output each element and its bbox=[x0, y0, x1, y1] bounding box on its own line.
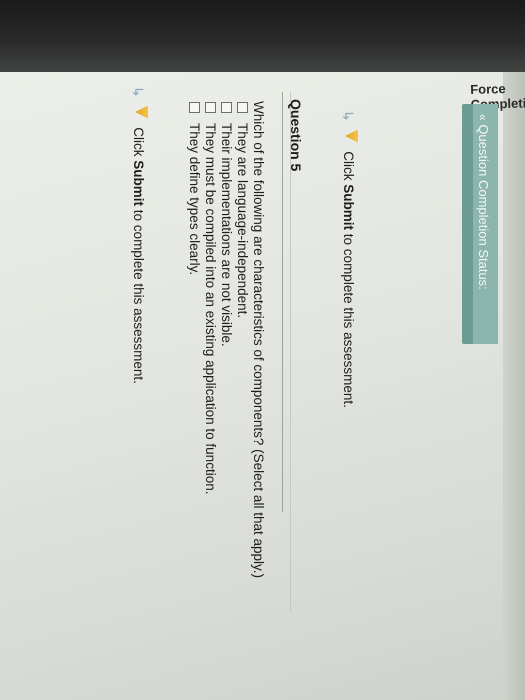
right-scroll-bar[interactable] bbox=[503, 72, 525, 700]
warning-submit-bold: Submit bbox=[341, 184, 356, 231]
bottom-warning-submit-bold: Submit bbox=[131, 160, 146, 207]
question-completion-link[interactable]: « Question Completion Status: bbox=[476, 114, 491, 290]
double-chevron-icon: « bbox=[476, 114, 490, 121]
warning-triangle-icon bbox=[345, 129, 359, 143]
option-3-checkbox[interactable] bbox=[204, 102, 216, 113]
option-3-label: They must be compiled into an existing a… bbox=[203, 122, 218, 495]
option-2[interactable]: Their implementations are not visible. bbox=[219, 102, 234, 346]
option-1-label: They are language-independent. bbox=[235, 122, 250, 318]
question-prompt: Which of the following are characteristi… bbox=[251, 101, 266, 578]
section-divider bbox=[282, 92, 283, 512]
redo-arrow-icon-bottom: ↳ bbox=[130, 86, 146, 98]
option-4[interactable]: They define types clearly. bbox=[187, 102, 202, 275]
option-4-label: They define types clearly. bbox=[187, 122, 202, 275]
question-completion-status-text: Question Completion Status: bbox=[476, 124, 491, 290]
option-1-checkbox[interactable] bbox=[236, 102, 248, 113]
option-2-checkbox[interactable] bbox=[220, 102, 232, 113]
warning-triangle-icon-bottom bbox=[135, 105, 149, 119]
warning-suffix: to complete this assessment. bbox=[341, 233, 356, 408]
bottom-warning-prefix: Click bbox=[131, 127, 146, 157]
question-number: Question 5 bbox=[288, 99, 304, 172]
top-submit-warning: ↳ Click Submit to complete this assessme… bbox=[340, 110, 359, 408]
option-4-checkbox[interactable] bbox=[188, 102, 200, 113]
bottom-warning-suffix: to complete this assessment. bbox=[131, 209, 146, 384]
redo-arrow-icon: ↳ bbox=[340, 110, 356, 122]
option-3[interactable]: They must be compiled into an existing a… bbox=[203, 102, 218, 494]
bottom-submit-warning: ↳ Click Submit to complete this assessme… bbox=[130, 86, 149, 384]
warning-prefix: Click bbox=[341, 151, 356, 181]
option-1[interactable]: They are language-independent. bbox=[235, 102, 250, 318]
option-2-label: Their implementations are not visible. bbox=[219, 122, 234, 347]
